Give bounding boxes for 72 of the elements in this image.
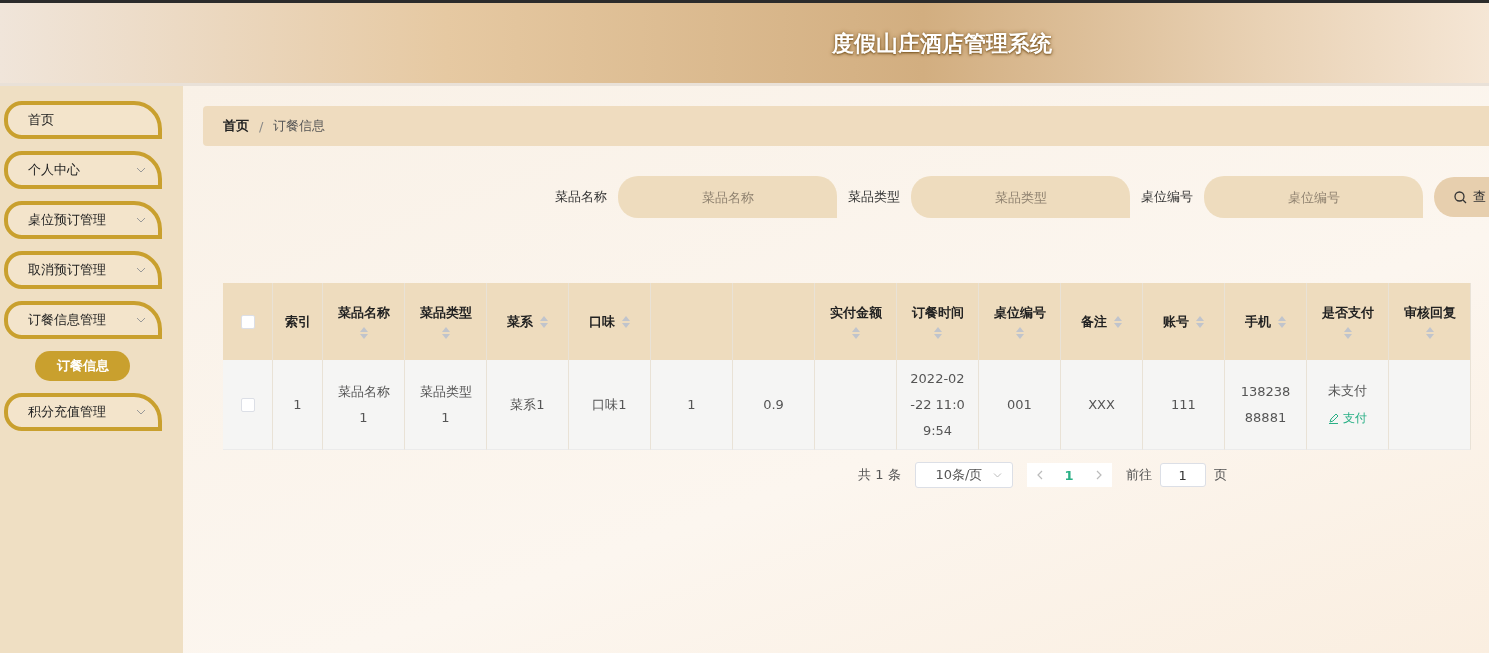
column-title: 菜系	[506, 312, 533, 331]
column-title: 桌位编号	[993, 303, 1046, 322]
breadcrumb-link[interactable]: 首页	[223, 117, 249, 135]
search-icon	[1454, 190, 1467, 204]
breadcrumb-current: 订餐信息	[273, 117, 326, 135]
checkbox[interactable]	[240, 397, 255, 412]
column-title: 菜品名称	[337, 303, 390, 322]
total-count: 共 1 条	[858, 466, 901, 484]
sort-icon[interactable]	[1342, 325, 1353, 340]
table-cell: 2022-02-22 11:09:54	[897, 360, 979, 450]
sort-icon[interactable]	[1112, 314, 1123, 329]
column-title: 实付金额	[829, 303, 882, 322]
column-title: 审核回复	[1403, 303, 1456, 322]
table-cell: 菜系1	[487, 360, 569, 450]
sort-icon[interactable]	[440, 325, 451, 340]
menu-item[interactable]: 积分充值管理	[4, 393, 162, 431]
table-cell: 菜品名称1	[323, 360, 405, 450]
chevron-down-icon	[136, 217, 146, 223]
search-field[interactable]: 菜品类型	[911, 176, 1130, 218]
table-cell: 0.9	[733, 360, 815, 450]
goto-label: 前往	[1125, 466, 1152, 484]
field-label: 桌位编号	[1141, 188, 1193, 206]
table-cell: 1	[651, 360, 733, 450]
field-label: 菜品类型	[848, 188, 900, 206]
menu-item[interactable]: 个人中心	[4, 151, 162, 189]
page-unit: 页	[1213, 466, 1227, 484]
column-title: 手机	[1244, 312, 1271, 331]
table-cell: XXX	[1061, 360, 1143, 450]
table-cell: 13823888881	[1225, 360, 1307, 450]
sort-icon[interactable]	[620, 314, 631, 329]
chevron-down-icon	[136, 267, 146, 273]
column-title: 订餐时间	[911, 303, 964, 322]
page-input[interactable]: 1	[1159, 463, 1206, 487]
page-size-select[interactable]: 10条/页	[914, 462, 1013, 488]
menu-item[interactable]: 取消预订管理	[4, 251, 162, 289]
search-button[interactable]: 查	[1434, 177, 1489, 217]
table-cell: 口味1	[569, 360, 651, 450]
sort-icon[interactable]	[538, 314, 549, 329]
next-page-icon[interactable]	[1095, 470, 1102, 480]
column-title: 菜品类型	[419, 303, 472, 322]
table-cell: 111	[1143, 360, 1225, 450]
search-field[interactable]: 桌位编号	[1204, 176, 1423, 218]
pencil-icon	[1328, 413, 1339, 424]
sort-icon[interactable]	[932, 325, 943, 340]
menu-item[interactable]: 首页	[4, 101, 162, 139]
chevron-down-icon	[136, 409, 146, 415]
sort-icon[interactable]	[358, 325, 369, 340]
column-title: 备注	[1080, 312, 1107, 331]
breadcrumb-separator: /	[259, 118, 264, 134]
sort-icon[interactable]	[850, 325, 861, 340]
payment-status: 未支付	[1328, 382, 1367, 400]
menu-item[interactable]: 桌位预订管理	[4, 201, 162, 239]
sort-icon[interactable]	[1194, 314, 1205, 329]
sort-icon[interactable]	[1276, 314, 1287, 329]
field-label: 菜品名称	[555, 188, 607, 206]
column-title: 口味	[588, 312, 615, 331]
table-cell: 001	[979, 360, 1061, 450]
sort-icon[interactable]	[1424, 325, 1435, 340]
previous-page-icon[interactable]	[1036, 470, 1043, 480]
chevron-down-icon	[136, 317, 146, 323]
table-cell: 菜品类型1	[405, 360, 487, 450]
search-field[interactable]: 菜品名称	[618, 176, 837, 218]
table-cell: 1	[273, 360, 323, 450]
column-title: 索引	[284, 312, 311, 331]
system-title: 度假山庄酒店管理系统	[832, 30, 1052, 58]
column-title: 账号	[1162, 312, 1189, 331]
chevron-down-icon	[992, 472, 1002, 478]
menu-item[interactable]: 订餐信息管理	[4, 301, 162, 339]
checkbox[interactable]	[240, 314, 255, 329]
sort-icon[interactable]	[1014, 325, 1025, 340]
chevron-down-icon	[136, 167, 146, 173]
column-title: 是否支付	[1321, 303, 1374, 322]
